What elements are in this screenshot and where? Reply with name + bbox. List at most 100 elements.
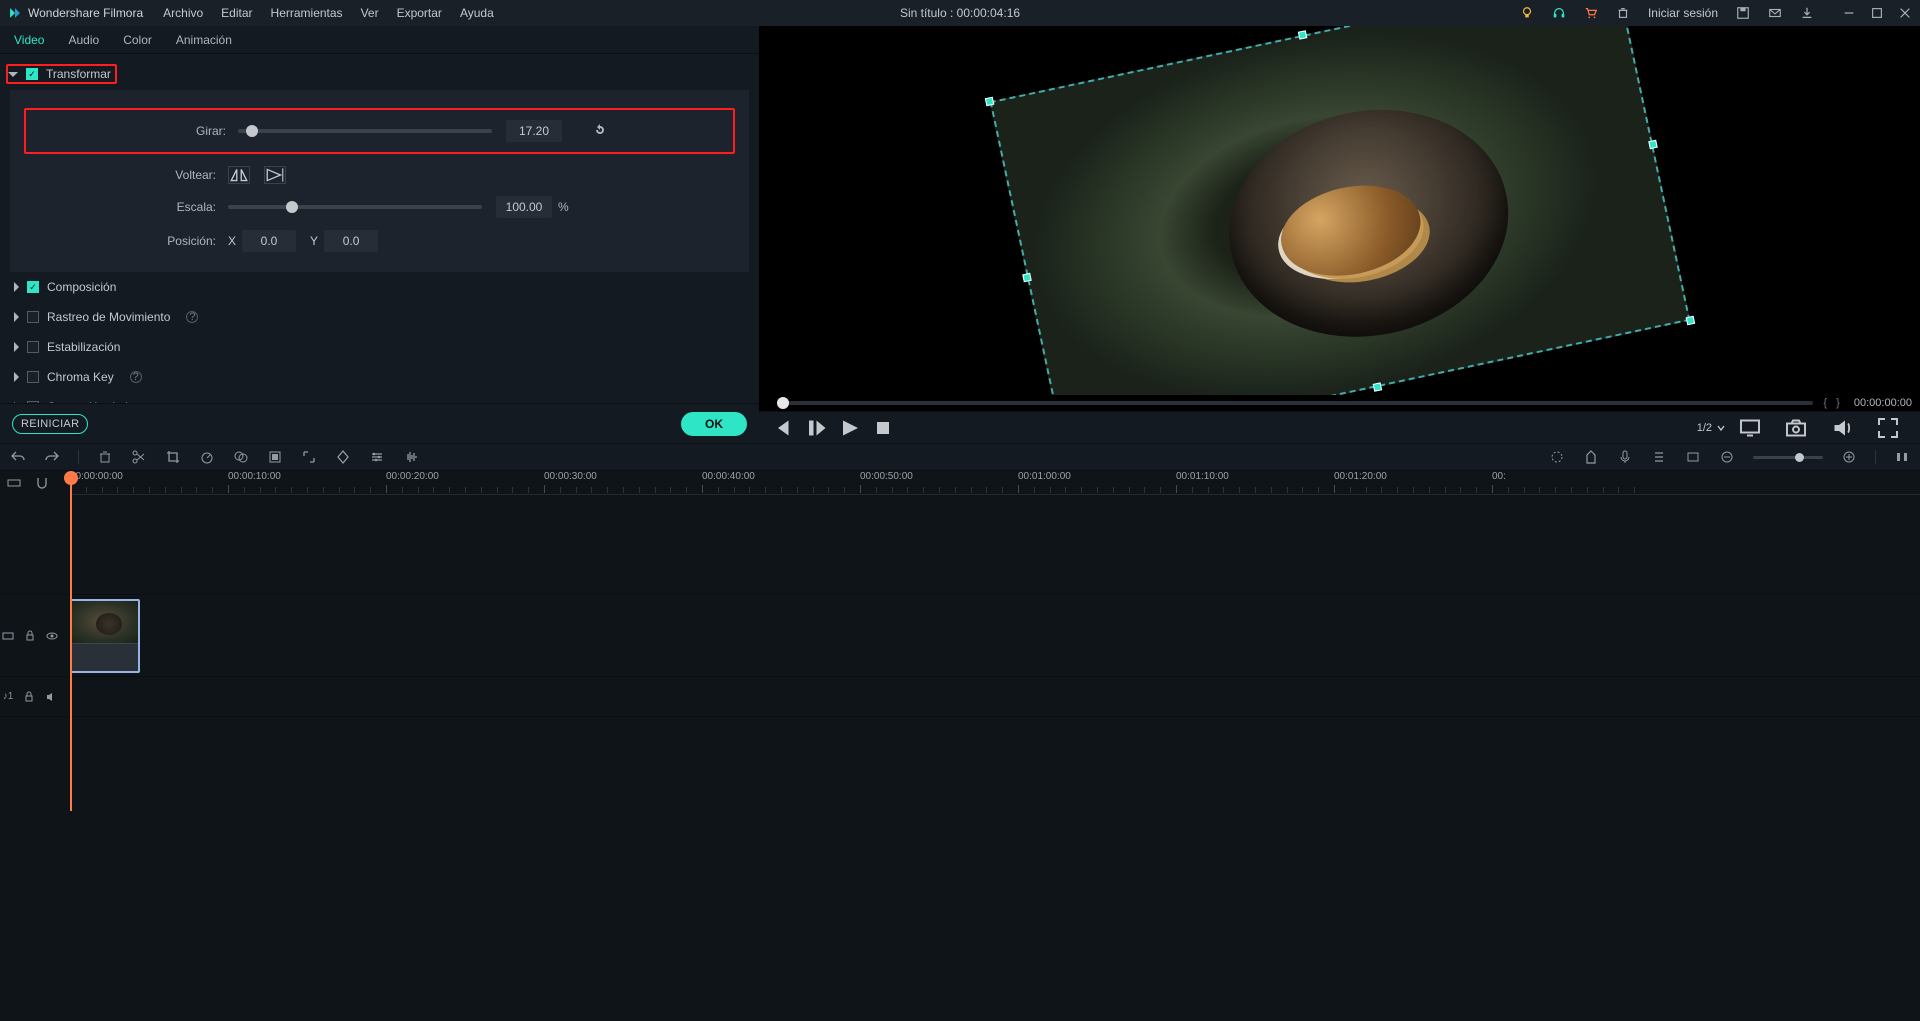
menu-exportar[interactable]: Exportar <box>397 6 442 20</box>
save-icon[interactable] <box>1736 6 1750 20</box>
preview-video-frame[interactable] <box>989 26 1690 395</box>
zoom-slider[interactable] <box>1753 456 1823 459</box>
redo-icon[interactable] <box>44 449 60 465</box>
zoom-in-icon[interactable] <box>1841 449 1857 465</box>
split-icon[interactable] <box>131 449 147 465</box>
girar-reset-icon[interactable] <box>592 122 608 141</box>
cart-icon[interactable] <box>1584 6 1598 20</box>
undo-icon[interactable] <box>10 449 26 465</box>
play-button[interactable] <box>837 416 861 440</box>
menu-archivo[interactable]: Archivo <box>163 6 203 20</box>
magnet-icon[interactable] <box>34 475 50 491</box>
timeline-ruler[interactable]: 00:00:00:0000:00:10:0000:00:20:0000:00:3… <box>70 471 1920 495</box>
headphones-icon[interactable] <box>1552 6 1566 20</box>
display-icon[interactable] <box>1738 416 1762 440</box>
zoom-fit-icon[interactable] <box>1894 449 1910 465</box>
mail-icon[interactable] <box>1768 6 1782 20</box>
reiniciar-button[interactable]: REINICIAR <box>12 414 88 434</box>
info-icon[interactable]: ? <box>186 311 198 323</box>
color-icon[interactable] <box>233 449 249 465</box>
track-video[interactable]: ▶Plato de Comi <box>0 595 1920 677</box>
speed-icon[interactable] <box>199 449 215 465</box>
pos-y-value[interactable]: 0.0 <box>324 230 378 252</box>
lock-icon[interactable] <box>23 691 35 703</box>
adjust-icon[interactable] <box>369 449 385 465</box>
timeline-settings-icon[interactable] <box>6 475 22 491</box>
selection-handle-t[interactable] <box>1297 30 1306 39</box>
flip-vertical-button[interactable] <box>264 166 286 184</box>
trash-icon[interactable] <box>1616 6 1630 20</box>
lock-icon[interactable] <box>24 630 36 642</box>
properties-scroll[interactable]: Transformar Girar: 17.20 Voltear: Escala… <box>0 54 759 403</box>
lightbulb-icon[interactable] <box>1520 6 1534 20</box>
girar-slider-thumb[interactable] <box>246 125 258 137</box>
render-icon[interactable] <box>1685 449 1701 465</box>
prev-frame-button[interactable] <box>769 416 793 440</box>
zoom-slider-thumb[interactable] <box>1795 453 1804 462</box>
menu-editar[interactable]: Editar <box>221 6 252 20</box>
track-empty[interactable] <box>0 495 1920 595</box>
section-lente[interactable]: Corrección de Lente <box>10 392 749 403</box>
snapshot-icon[interactable] <box>1784 416 1808 440</box>
selection-handle-b[interactable] <box>1372 382 1381 391</box>
selection-handle-r[interactable] <box>1648 139 1657 148</box>
record-voice-icon[interactable] <box>1617 449 1633 465</box>
preview-viewport[interactable] <box>759 26 1920 395</box>
section-rastreo[interactable]: Rastreo de Movimiento ? <box>10 302 749 332</box>
escala-slider[interactable] <box>228 205 482 209</box>
delete-icon[interactable] <box>97 449 113 465</box>
estab-checkbox[interactable] <box>27 341 39 353</box>
ok-button[interactable]: OK <box>681 412 747 436</box>
composicion-checkbox[interactable] <box>27 281 39 293</box>
track-audio[interactable]: ♪1 <box>0 677 1920 717</box>
selection-handle-tl[interactable] <box>984 96 993 105</box>
video-clip[interactable]: ▶Plato de Comi <box>70 599 140 673</box>
marker-icon[interactable] <box>1583 449 1599 465</box>
section-estabilizacion[interactable]: Estabilización <box>10 332 749 362</box>
girar-value[interactable]: 17.20 <box>506 120 562 142</box>
preview-progress-track[interactable] <box>777 401 1813 405</box>
girar-slider[interactable] <box>238 129 492 133</box>
menu-herramientas[interactable]: Herramientas <box>271 6 343 20</box>
preview-progress-thumb[interactable] <box>777 397 789 409</box>
info-icon[interactable]: ? <box>130 371 142 383</box>
volume-icon[interactable] <box>1830 416 1854 440</box>
play-pause-button[interactable] <box>803 416 827 440</box>
section-chroma[interactable]: Chroma Key ? <box>10 362 749 392</box>
tab-color[interactable]: Color <box>123 33 152 47</box>
pos-x-value[interactable]: 0.0 <box>242 230 296 252</box>
list-icon[interactable] <box>1651 449 1667 465</box>
transformar-checkbox[interactable] <box>26 68 38 80</box>
eye-icon[interactable] <box>46 630 58 642</box>
keyframe-icon[interactable] <box>335 449 351 465</box>
mixer-icon[interactable] <box>1549 449 1565 465</box>
menu-ver[interactable]: Ver <box>361 6 379 20</box>
tab-animacion[interactable]: Animación <box>176 33 232 47</box>
audio-wave-icon[interactable] <box>403 449 419 465</box>
flip-horizontal-button[interactable] <box>228 166 250 184</box>
stop-button[interactable] <box>871 416 895 440</box>
login-link[interactable]: Iniciar sesión <box>1648 6 1718 20</box>
playhead[interactable] <box>70 471 72 811</box>
escala-value[interactable]: 100.00 <box>496 196 552 218</box>
download-icon[interactable] <box>1800 6 1814 20</box>
track-settings-icon[interactable] <box>2 630 14 642</box>
section-composicion[interactable]: Composición <box>10 272 749 302</box>
chroma-checkbox[interactable] <box>27 371 39 383</box>
tab-audio[interactable]: Audio <box>68 33 99 47</box>
close-button[interactable] <box>1898 6 1912 20</box>
escala-slider-thumb[interactable] <box>286 201 298 213</box>
crop-icon[interactable] <box>165 449 181 465</box>
zoom-out-icon[interactable] <box>1719 449 1735 465</box>
menu-ayuda[interactable]: Ayuda <box>460 6 494 20</box>
speaker-icon[interactable] <box>45 691 57 703</box>
tab-video[interactable]: Video <box>14 33 44 47</box>
expand-icon[interactable] <box>301 449 317 465</box>
rastreo-checkbox[interactable] <box>27 311 39 323</box>
selection-handle-l[interactable] <box>1022 272 1031 281</box>
green-screen-icon[interactable] <box>267 449 283 465</box>
section-transformar-header[interactable]: Transformar <box>6 64 117 84</box>
selection-handle-br[interactable] <box>1685 315 1694 324</box>
minimize-button[interactable] <box>1842 6 1856 20</box>
preview-ratio-select[interactable]: 1/2 <box>1697 422 1726 434</box>
